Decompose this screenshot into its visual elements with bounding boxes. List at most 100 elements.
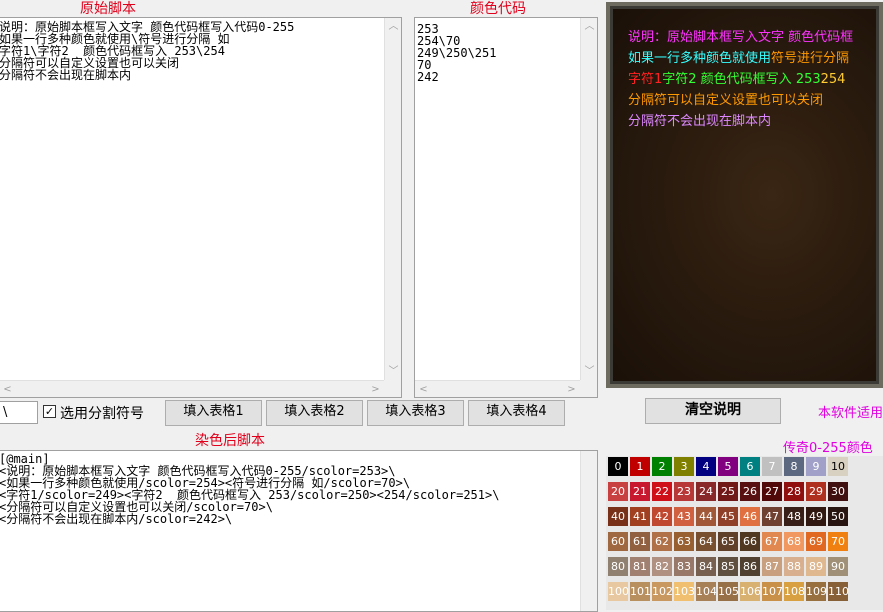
color-palette-grid: 0 1 2 3 4 5 6 7 8 9 10 20 21 22 23 24 25 26 27 28 29 30 40 41 42… [606, 456, 883, 610]
use-separator-label: 选用分割符号 [60, 406, 144, 422]
scroll-left-icon[interactable]: < [0, 381, 16, 397]
palette-cell[interactable]: 67 [762, 532, 782, 551]
palette-cell[interactable]: 84 [696, 557, 716, 576]
palette-cell[interactable]: 110 [828, 582, 849, 601]
palette-cell[interactable]: 1 [630, 457, 650, 476]
palette-cell[interactable]: 4 [696, 457, 716, 476]
palette-cell[interactable]: 102 [652, 582, 673, 601]
preview-segment: 分隔符不会出现在脚本内 [628, 114, 772, 129]
palette-cell[interactable]: 8 [784, 457, 804, 476]
palette-cell[interactable]: 63 [674, 532, 694, 551]
source-script-textbox[interactable]: 说明：原始脚本框写入文字 颜色代码框写入代码0-255 如果一行多种颜色就使用\… [0, 17, 402, 398]
palette-cell[interactable]: 3 [674, 457, 694, 476]
palette-cell[interactable]: 89 [806, 557, 826, 576]
palette-cell[interactable]: 7 [762, 457, 782, 476]
palette-cell[interactable]: 105 [718, 582, 739, 601]
palette-cell[interactable]: 40 [608, 507, 628, 526]
palette-cell[interactable]: 101 [630, 582, 651, 601]
dyed-script-label: 染色后脚本 [195, 433, 265, 449]
palette-cell[interactable]: 81 [630, 557, 650, 576]
scroll-right-icon[interactable]: > [367, 381, 384, 397]
palette-cell[interactable]: 90 [828, 557, 848, 576]
scroll-up-icon[interactable]: ︿ [385, 18, 401, 35]
palette-cell[interactable]: 103 [674, 582, 695, 601]
palette-cell[interactable]: 106 [740, 582, 761, 601]
color-vertical-scrollbar[interactable]: ︿ ﹀ [580, 18, 597, 380]
separator-input[interactable]: \ [0, 401, 38, 424]
palette-cell[interactable]: 70 [828, 532, 848, 551]
palette-cell[interactable]: 61 [630, 532, 650, 551]
dyed-script-textbox[interactable]: [@main] <说明：原始脚本框写入文字 颜色代码框写入代码0-255/sco… [0, 450, 598, 612]
palette-cell[interactable]: 2 [652, 457, 672, 476]
palette-cell[interactable]: 27 [762, 482, 782, 501]
scroll-up-icon[interactable]: ︿ [581, 18, 597, 35]
palette-cell[interactable]: 87 [762, 557, 782, 576]
palette-cell[interactable]: 43 [674, 507, 694, 526]
output-vertical-scrollbar[interactable] [580, 451, 597, 611]
palette-cell[interactable]: 28 [784, 482, 804, 501]
fill-table-2-button[interactable]: 填入表格2 [266, 400, 363, 426]
palette-cell[interactable]: 5 [718, 457, 738, 476]
source-vertical-scrollbar[interactable]: ︿ ﹀ [384, 18, 401, 380]
palette-cell[interactable]: 21 [630, 482, 650, 501]
palette-cell[interactable]: 88 [784, 557, 804, 576]
scroll-left-icon[interactable]: < [415, 381, 432, 397]
palette-cell[interactable]: 109 [806, 582, 827, 601]
source-script-label: 原始脚本 [80, 1, 136, 17]
palette-cell[interactable]: 47 [762, 507, 782, 526]
palette-cell[interactable]: 64 [696, 532, 716, 551]
source-horizontal-scrollbar[interactable]: < > [0, 380, 384, 397]
use-separator-checkbox[interactable]: ✓ [43, 405, 56, 418]
palette-cell[interactable]: 25 [718, 482, 738, 501]
palette-cell[interactable]: 60 [608, 532, 628, 551]
color-horizontal-scrollbar[interactable]: < > [415, 380, 580, 397]
palette-cell[interactable]: 9 [806, 457, 826, 476]
palette-cell[interactable]: 45 [718, 507, 738, 526]
palette-cell[interactable]: 20 [608, 482, 628, 501]
palette-cell[interactable]: 82 [652, 557, 672, 576]
preview-segment: 分隔符可以自定义设置也可以关闭 [628, 93, 824, 108]
scroll-down-icon[interactable]: ﹀ [581, 363, 597, 380]
palette-cell[interactable]: 107 [762, 582, 783, 601]
scroll-right-icon[interactable]: > [563, 381, 580, 397]
palette-cell[interactable]: 83 [674, 557, 694, 576]
palette-cell[interactable]: 6 [740, 457, 760, 476]
color-code-textbox[interactable]: 253 254\70 249\250\251 70 242 ︿ ﹀ < > [414, 17, 598, 398]
preview-segment: 符号进行分隔 [771, 51, 850, 66]
game-preview-panel: 说明：原始脚本框写入文字 颜色代码框 如果一行多种颜色就使用符号进行分隔 字符1字符… [606, 2, 883, 388]
palette-cell[interactable]: 48 [784, 507, 804, 526]
palette-cell[interactable]: 50 [828, 507, 848, 526]
palette-cell[interactable]: 26 [740, 482, 760, 501]
palette-cell[interactable]: 62 [652, 532, 672, 551]
palette-cell[interactable]: 44 [696, 507, 716, 526]
preview-segment: 254 [820, 72, 846, 87]
scroll-down-icon[interactable]: ﹀ [385, 363, 401, 380]
palette-cell[interactable]: 108 [784, 582, 805, 601]
palette-cell[interactable]: 65 [718, 532, 738, 551]
palette-cell[interactable]: 80 [608, 557, 628, 576]
palette-cell[interactable]: 100 [608, 582, 629, 601]
clear-description-button[interactable]: 清空说明 [645, 398, 781, 424]
palette-cell[interactable]: 10 [828, 457, 848, 476]
palette-cell[interactable]: 23 [674, 482, 694, 501]
palette-cell[interactable]: 22 [652, 482, 672, 501]
fill-table-3-button[interactable]: 填入表格3 [367, 400, 464, 426]
preview-segment: 字符2 颜色代码框写入 253 [662, 72, 821, 87]
palette-cell[interactable]: 68 [784, 532, 804, 551]
palette-cell[interactable]: 69 [806, 532, 826, 551]
palette-cell[interactable]: 24 [696, 482, 716, 501]
preview-line: 字符1字符2 颜色代码框写入 253254 [628, 68, 845, 87]
palette-cell[interactable]: 86 [740, 557, 760, 576]
fill-table-4-button[interactable]: 填入表格4 [468, 400, 565, 426]
palette-cell[interactable]: 30 [828, 482, 848, 501]
palette-cell[interactable]: 49 [806, 507, 826, 526]
palette-cell[interactable]: 41 [630, 507, 650, 526]
palette-cell[interactable]: 29 [806, 482, 826, 501]
palette-cell[interactable]: 42 [652, 507, 672, 526]
palette-cell[interactable]: 66 [740, 532, 760, 551]
fill-table-1-button[interactable]: 填入表格1 [165, 400, 262, 426]
palette-cell[interactable]: 0 [608, 457, 628, 476]
palette-cell[interactable]: 46 [740, 507, 760, 526]
palette-cell[interactable]: 104 [696, 582, 717, 601]
palette-cell[interactable]: 85 [718, 557, 738, 576]
